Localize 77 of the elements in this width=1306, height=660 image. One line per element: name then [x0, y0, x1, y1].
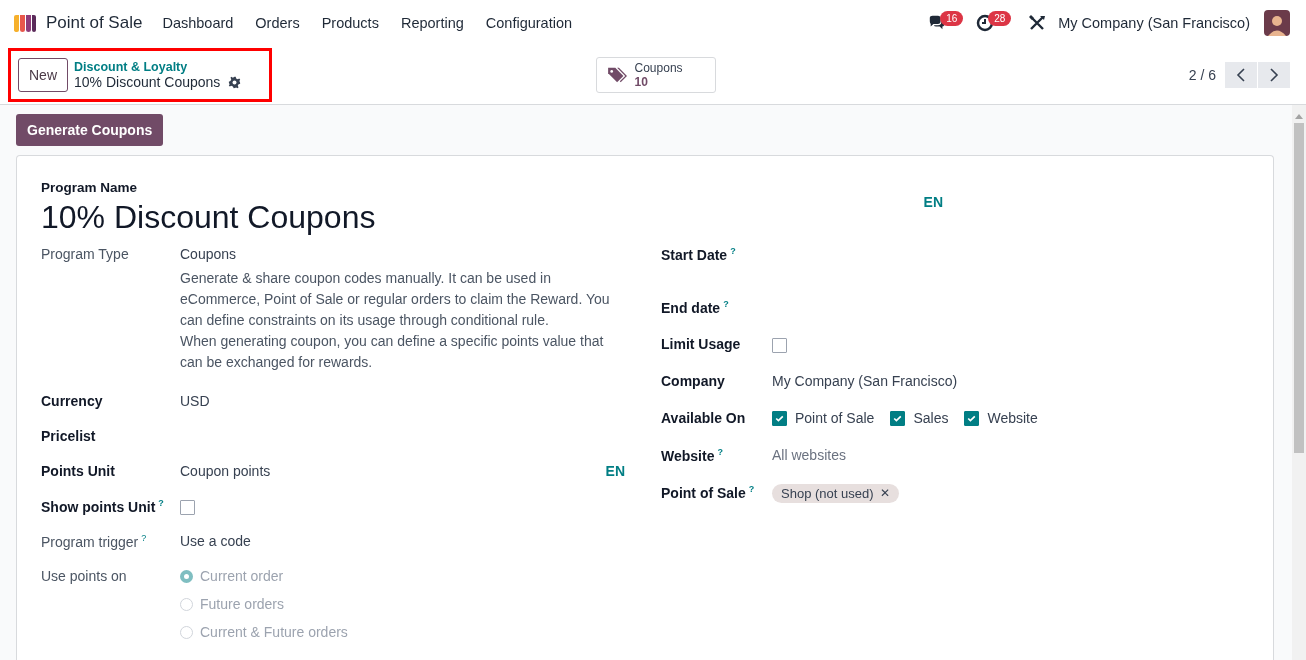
previous-button[interactable]: [1225, 62, 1257, 88]
field-value: Coupons: [180, 246, 237, 262]
language-link[interactable]: EN: [605, 463, 625, 479]
new-button[interactable]: New: [18, 58, 68, 92]
settings-icon[interactable]: [228, 75, 242, 89]
field-value: Use a code: [180, 533, 251, 549]
menu-item[interactable]: Products: [321, 15, 379, 31]
smart-button-count: 10: [634, 75, 648, 89]
field-label: Program Type: [41, 245, 130, 264]
field-label: Pricelist: [41, 427, 97, 446]
activities-badge: 28: [988, 11, 1012, 26]
field-label: Point of Sale $^{?}$: [661, 483, 756, 503]
radio-label: Current & Future orders: [200, 624, 348, 640]
checkbox[interactable]: [772, 410, 787, 426]
field-label: Points Unit: [41, 462, 116, 481]
website-field[interactable]: All websites: [772, 447, 846, 463]
menu-item[interactable]: Reporting: [400, 15, 464, 31]
field-label: Start Date $^{?}$: [661, 245, 737, 265]
checkbox[interactable]: [890, 410, 906, 426]
radio-label: Future orders: [200, 596, 285, 612]
field-label: Currency: [41, 392, 104, 411]
menu-item[interactable]: Configuration: [485, 15, 573, 31]
field-label: Company: [661, 372, 726, 391]
field-value: USD: [180, 393, 210, 409]
scrollbar-thumb[interactable]: [1294, 123, 1304, 453]
menu-item[interactable]: Dashboard: [162, 15, 234, 31]
tag-chip-label: Shop (not used): [781, 486, 874, 501]
company-switcher[interactable]: My Company (San Francisco): [1058, 15, 1250, 31]
help-mark[interactable]: ?: [730, 246, 736, 256]
field-label: Program trigger $^{?}$: [41, 532, 148, 552]
messages-button[interactable]: 16: [928, 11, 967, 35]
breadcrumb-link[interactable]: Discount & Loyalty: [74, 60, 242, 74]
field-value: Coupon points: [180, 463, 271, 479]
messages-badge: 16: [940, 11, 964, 26]
app-logo-icon[interactable]: [12, 13, 38, 33]
coupons-smart-button[interactable]: Coupons 10: [595, 57, 716, 93]
field-label: Available On: [661, 409, 747, 428]
checkbox-label: Website: [987, 410, 1038, 426]
help-mark[interactable]: ?: [141, 533, 147, 543]
scroll-up-icon[interactable]: [1295, 113, 1303, 119]
help-mark[interactable]: ?: [748, 484, 755, 494]
description-text: When generating coupon, you can define a specific points value that can be exchanged for rewards.: [180, 332, 605, 372]
field-label: Program Name: [41, 180, 139, 195]
app-name-link[interactable]: Point of Sale: [46, 13, 143, 33]
clock-icon: [976, 14, 995, 32]
checkbox[interactable]: [772, 337, 787, 353]
field-label: Use points on: [41, 567, 128, 586]
field-value: My Company (San Francisco): [772, 373, 958, 389]
checkbox[interactable]: [964, 410, 980, 426]
tools-icon[interactable]: [1028, 14, 1047, 32]
field-label: Website $^{?}$: [661, 446, 724, 466]
field-label: Limit Usage: [661, 335, 742, 354]
checkbox-label: Sales: [913, 410, 949, 426]
help-mark[interactable]: ?: [717, 447, 723, 457]
radio-label: Current order: [200, 568, 284, 584]
breadcrumb-current: 10% Discount Coupons: [74, 74, 221, 90]
help-mark[interactable]: ?: [158, 498, 164, 508]
chevron-left-icon: [1236, 67, 1246, 83]
chevron-right-icon: [1269, 67, 1279, 83]
checkbox[interactable]: [180, 499, 195, 515]
field-label: End date $^{?}$: [661, 298, 730, 318]
next-button[interactable]: [1258, 62, 1290, 88]
pager-value: 2 / 6: [1188, 67, 1216, 83]
activities-button[interactable]: 28: [976, 11, 1015, 35]
smart-button-label: Coupons: [634, 61, 683, 75]
program-name-field[interactable]: 10% Discount Coupons: [41, 199, 376, 236]
checkbox-label: Point of Sale: [795, 410, 875, 426]
generate-coupons-button[interactable]: Generate Coupons: [16, 114, 164, 146]
menu-item[interactable]: Orders: [255, 15, 300, 31]
description-text: Generate & share coupon codes manually. It can be used in eCommerce, Point of Sale or regular orders to claim the Reward. You can define constraints on its usage through conditional rule.: [180, 269, 611, 330]
help-mark[interactable]: ?: [723, 299, 729, 309]
language-link[interactable]: EN: [923, 194, 943, 210]
user-avatar[interactable]: [1264, 10, 1290, 36]
field-label: Show points Unit $^{?}$: [41, 497, 165, 517]
remove-tag-button[interactable]: ✕: [879, 486, 890, 501]
scrollbar[interactable]: [1292, 105, 1306, 660]
tags-icon: [606, 66, 629, 84]
